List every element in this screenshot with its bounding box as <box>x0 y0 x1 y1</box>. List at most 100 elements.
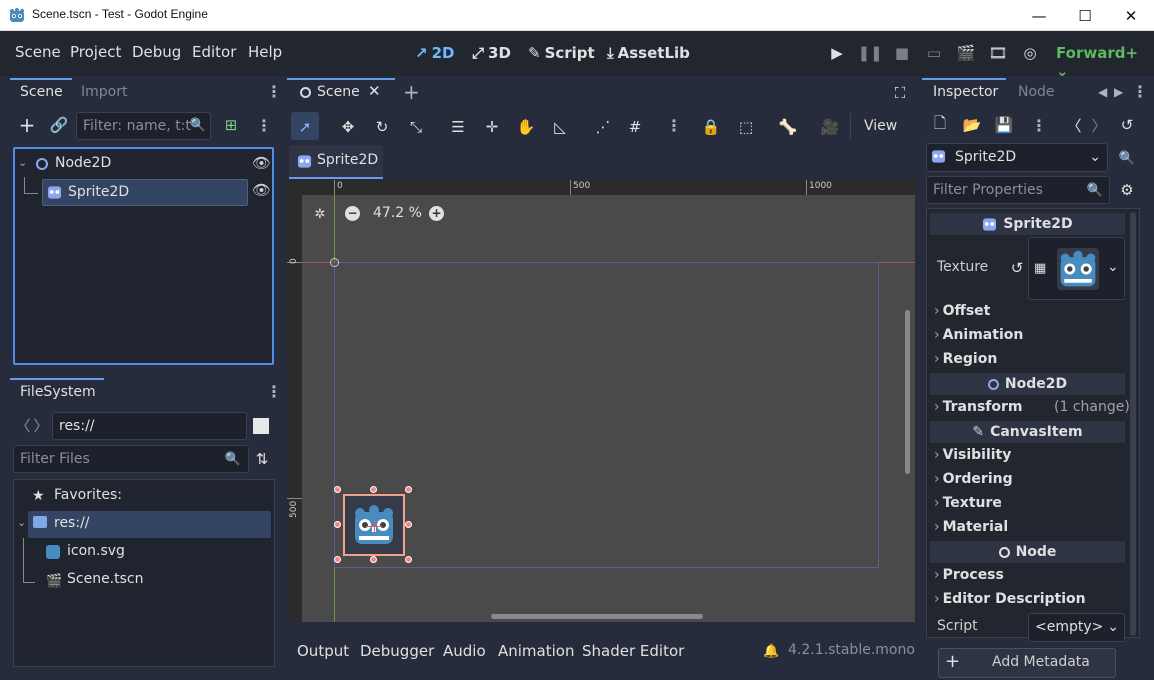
menu-scene[interactable]: Scene <box>15 43 61 61</box>
resize-handle-icon[interactable] <box>334 556 341 563</box>
section-material[interactable]: › Material <box>934 519 1008 535</box>
file-item-res-root[interactable]: res:// <box>28 511 271 538</box>
rotate-tool-icon[interactable]: ↻ <box>369 116 395 138</box>
resize-handle-icon[interactable] <box>370 486 377 493</box>
tab-scene-file[interactable]: Scene ✕ <box>287 78 395 108</box>
inspector-menu-icon[interactable]: ⋮ <box>1031 116 1047 135</box>
view-menu[interactable]: View <box>864 118 897 134</box>
play-custom-scene-icon[interactable]: 🎞 <box>988 43 1008 63</box>
section-texture[interactable]: › Texture <box>934 495 1002 511</box>
section-ordering[interactable]: › Ordering <box>934 471 1013 487</box>
dock-menu-icon[interactable]: ⋮ <box>266 82 282 101</box>
visibility-eye-icon[interactable]: 👁 <box>252 154 271 172</box>
object-selector[interactable]: Sprite2D ⌄ <box>926 143 1108 172</box>
add-node-icon[interactable]: + <box>16 113 38 137</box>
list-select-icon[interactable]: ☰ <box>445 116 471 138</box>
tree-item-sprite2d[interactable]: Sprite2D <box>42 179 248 206</box>
stop-icon[interactable]: ■ <box>892 43 912 63</box>
filter-properties-input[interactable]: Filter Properties <box>926 176 1110 204</box>
menu-editor[interactable]: Editor <box>192 43 236 61</box>
add-metadata-button[interactable]: + Add Metadata <box>938 648 1116 678</box>
back-icon[interactable]: 〈 <box>14 414 32 436</box>
resize-handle-icon[interactable] <box>405 556 412 563</box>
pivot-tool-icon[interactable]: ✛ <box>479 116 505 138</box>
smart-snap-icon[interactable]: ⋰ <box>590 116 616 138</box>
collapse-arrow-icon[interactable]: ⌄ <box>17 516 26 529</box>
docs-icon[interactable]: 🔍 <box>1116 147 1138 169</box>
movie-maker-icon[interactable]: ◎ <box>1020 43 1040 63</box>
dock-menu-icon[interactable]: ⋮ <box>1132 82 1148 101</box>
pan-tool-icon[interactable]: ✋ <box>513 116 539 138</box>
workspace-2d-button[interactable]: ↗ 2D <box>415 44 454 62</box>
resize-handle-icon[interactable] <box>370 556 377 563</box>
grid-snap-icon[interactable]: # <box>622 116 648 138</box>
resize-handle-icon[interactable] <box>334 521 341 528</box>
distraction-free-icon[interactable]: ⛶ <box>889 82 911 104</box>
vertical-scrollbar[interactable] <box>905 310 910 474</box>
menu-help[interactable]: Help <box>248 43 282 61</box>
renderer-selector[interactable]: Forward+ ⌄ <box>1056 44 1154 80</box>
tab-import[interactable]: Import <box>81 84 127 100</box>
play-icon[interactable]: ▶ <box>827 43 847 63</box>
tree-item-node2d[interactable]: ⌄ Node2D 👁 <box>15 153 272 177</box>
object-history-icon[interactable]: ↺ <box>1117 115 1137 135</box>
section-process[interactable]: › Process <box>934 567 1004 583</box>
section-editor-description[interactable]: › Editor Description <box>934 591 1086 607</box>
section-offset[interactable]: › Offset <box>934 303 990 319</box>
file-item-scene-tscn[interactable]: 🎬 Scene.tscn <box>40 569 240 593</box>
dock-left-icon[interactable]: ◀ <box>1098 85 1107 99</box>
forward-icon[interactable]: 〉 <box>32 414 50 436</box>
bell-icon[interactable]: 🔔 <box>763 644 779 659</box>
zoom-in-icon[interactable]: + <box>429 206 444 221</box>
section-animation[interactable]: › Animation <box>934 327 1023 343</box>
tab-animation[interactable]: Animation <box>498 642 574 660</box>
tab-debugger[interactable]: Debugger <box>360 642 434 660</box>
tab-filesystem[interactable]: FileSystem <box>20 384 96 400</box>
snap-options-icon[interactable]: ⋮ <box>666 116 682 135</box>
tab-node[interactable]: Node <box>1018 84 1055 100</box>
horizontal-scrollbar[interactable] <box>491 614 703 619</box>
filter-options-icon[interactable]: ⚙ <box>1116 179 1138 201</box>
menu-debug[interactable]: Debug <box>132 43 181 61</box>
close-button[interactable]: ✕ <box>1108 0 1154 31</box>
section-transform[interactable]: › Transform <box>934 399 1022 415</box>
split-mode-icon[interactable] <box>253 418 269 434</box>
tab-output[interactable]: Output <box>297 642 349 660</box>
canvas-viewport[interactable]: 0 500 1000 0 500 ✲ − 47.2 % + <box>287 180 915 622</box>
scene-tree-menu-icon[interactable]: ⋮ <box>256 116 272 135</box>
center-view-icon[interactable]: ✲ <box>311 205 329 223</box>
dock-menu-icon[interactable]: ⋮ <box>266 382 282 401</box>
select-tool-icon[interactable]: ➚ <box>292 116 318 138</box>
camera-icon[interactable]: 🎥 <box>817 116 843 138</box>
tab-scene[interactable]: Scene <box>20 84 63 100</box>
revert-icon[interactable]: ↺ <box>1008 259 1026 277</box>
filter-files-input[interactable]: Filter Files <box>13 445 249 473</box>
file-item-icon-svg[interactable]: icon.svg <box>40 541 240 565</box>
sprite2d-selection[interactable] <box>343 494 405 556</box>
workspace-3d-button[interactable]: ⤢ 3D <box>472 44 511 62</box>
lock-icon[interactable]: 🔒 <box>698 116 724 138</box>
group-icon[interactable]: ⬚ <box>733 116 759 138</box>
menu-project[interactable]: Project <box>70 43 121 61</box>
tab-audio[interactable]: Audio <box>443 642 486 660</box>
inspector-scrollbar-track[interactable] <box>1130 212 1136 636</box>
tab-inspector[interactable]: Inspector <box>933 84 998 100</box>
play-scene-icon[interactable]: 🎬 <box>956 43 976 63</box>
skeleton-icon[interactable]: 🦴 <box>775 116 801 138</box>
visibility-eye-icon[interactable]: 👁 <box>252 181 271 199</box>
collapse-arrow-icon[interactable]: ⌄ <box>18 156 27 169</box>
history-forward-icon[interactable]: 〉 <box>1090 115 1108 135</box>
new-resource-icon[interactable]: 🗋 <box>930 114 950 135</box>
workspace-script-button[interactable]: ✎ Script <box>528 44 595 62</box>
move-tool-icon[interactable]: ✥ <box>335 116 361 138</box>
workspace-assetlib-button[interactable]: ⤓ AssetLib <box>607 44 690 62</box>
path-field[interactable]: res:// <box>52 412 247 440</box>
script-picker[interactable]: <empty> ⌄ <box>1028 613 1125 642</box>
minimize-button[interactable]: — <box>1016 0 1062 31</box>
pause-icon[interactable]: ❚❚ <box>857 43 882 63</box>
tab-shader-editor[interactable]: Shader Editor <box>582 642 684 660</box>
edited-object-tab[interactable]: Sprite2D <box>289 145 383 179</box>
zoom-level[interactable]: 47.2 % <box>373 205 422 221</box>
resize-handle-icon[interactable] <box>334 486 341 493</box>
resize-handle-icon[interactable] <box>405 521 412 528</box>
